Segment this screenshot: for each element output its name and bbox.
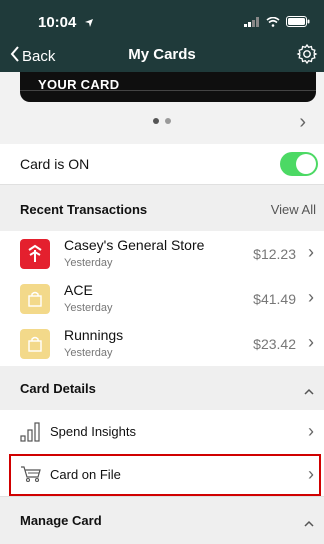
chevron-up-icon [304,515,314,533]
merchant-name: Runnings [64,327,124,343]
my-cards-screen: 10:04 Back My Cards YOUR CARD › Card is … [0,0,324,544]
transaction-row[interactable]: Casey's General Store Yesterday $12.23 › [0,231,324,277]
manage-card-header[interactable]: Manage Card [0,497,324,544]
navigation-bar: Back My Cards [0,40,324,72]
card-details-header[interactable]: Card Details [0,366,324,411]
transaction-date: Yesterday [64,257,113,269]
page-title: My Cards [128,46,196,63]
spend-insights-label: Spend Insights [50,424,137,439]
chevron-right-icon[interactable]: › [299,111,306,134]
card-label: YOUR CARD [38,77,120,92]
bar-chart-icon [20,420,40,447]
merchant-name: Casey's General Store [64,237,205,253]
chevron-right-icon: › [308,287,314,307]
transaction-amount: $12.23 [253,246,296,262]
transaction-row[interactable]: ACE Yesterday $41.49 › [0,276,324,322]
wifi-icon [266,14,280,32]
card-status-label: Card is ON [20,156,90,172]
clock: 10:04 [38,14,77,31]
status-bar: 10:04 [0,0,324,40]
section-title: Recent Transactions [20,202,148,217]
chevron-right-icon: › [308,332,314,352]
gear-icon[interactable] [296,43,318,65]
merchant-name: ACE [64,282,93,298]
transaction-date: Yesterday [64,347,113,359]
transaction-date: Yesterday [64,302,113,314]
shopping-bag-icon [20,329,50,359]
view-all-link[interactable]: View All [271,202,316,217]
battery-icon [286,14,310,32]
card-on-toggle[interactable] [280,152,318,176]
location-arrow-icon [84,15,94,33]
spend-insights-row[interactable]: Spend Insights › [0,410,324,454]
transaction-amount: $41.49 [253,291,296,307]
chevron-right-icon: › [308,242,314,262]
highlight-box [9,454,321,496]
section-title: Card Details [20,381,96,396]
card-image[interactable]: YOUR CARD [20,72,316,102]
recent-transactions-header: Recent Transactions View All [0,185,324,232]
transaction-amount: $23.42 [253,336,296,352]
transaction-row[interactable]: Runnings Yesterday $23.42 › [0,321,324,367]
caseys-logo-icon [20,239,50,269]
chevron-right-icon: › [308,421,314,441]
toggle-knob [296,154,316,174]
section-title: Manage Card [20,513,102,528]
card-pager [0,118,324,124]
card-status-row: Card is ON [0,144,324,185]
shopping-bag-icon [20,284,50,314]
pager-dot[interactable] [165,118,171,124]
pager-dot-active[interactable] [153,118,159,124]
chevron-up-icon [304,383,314,401]
signal-icon [244,14,260,32]
